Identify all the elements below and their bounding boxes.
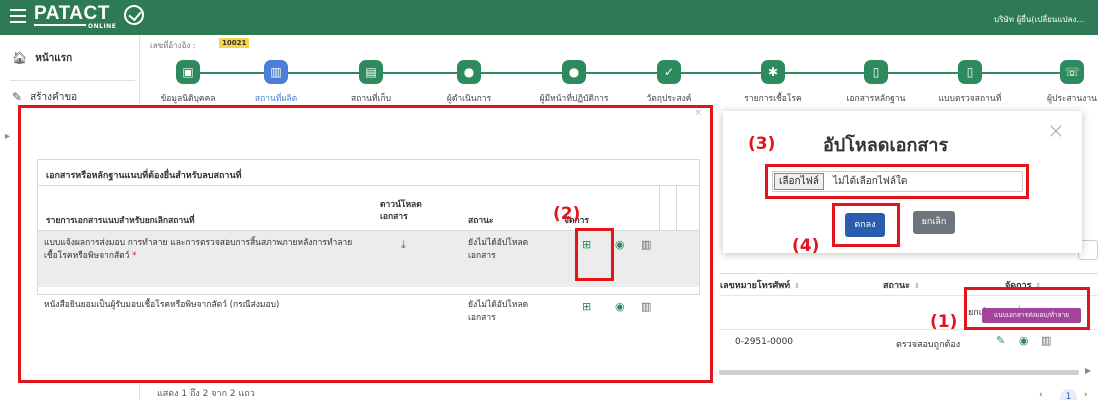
delete-icon[interactable]: ▥ — [641, 238, 651, 251]
callout-number-3: (3) — [748, 134, 776, 154]
step-label: สถานที่เก็บ — [351, 94, 391, 104]
home-icon: 🏠︎ — [12, 51, 28, 65]
ok-callout: ตกลง — [832, 203, 900, 247]
cancel-button[interactable]: ยกเลิก — [913, 211, 955, 234]
step-company[interactable]: ▣ ข้อมูลนิติบุคคล — [138, 60, 238, 105]
delete-icon[interactable]: ▥ — [641, 300, 651, 313]
file-input-callout: เลือกไฟล์ ไม่ได้เลือกไฟล์ใด — [765, 164, 1029, 199]
sidebar-item-label: หน้าแรก — [35, 52, 73, 64]
step-label: แบบตรวจสถานที่ — [938, 94, 1002, 104]
building-icon: ▥ — [264, 60, 288, 84]
status-text: ยังไม่ได้อัปโหลดเอกสาร — [468, 238, 529, 261]
row-item-text: แบบแจ้งผลการส่งมอบ การทำลาย และการตรวจสอ… — [44, 237, 374, 263]
sidebar-item-home[interactable]: 🏠︎ หน้าแรก — [0, 38, 140, 78]
brand-sub: ONLINE — [88, 23, 117, 30]
step-coordinator[interactable]: ☏ ผู้ประสานงาน — [1022, 60, 1098, 105]
check-icon: ✓ — [657, 60, 681, 84]
required-mark: * — [132, 251, 137, 261]
step-label: ผู้มีหน้าที่ปฏิบัติการ — [539, 94, 609, 104]
view-icon[interactable]: ◉ — [615, 300, 625, 313]
page-number[interactable]: 1 — [1060, 389, 1077, 400]
documents-modal: × เอกสารหรือหลักฐานแนบที่ต้องยื่นสำหรับล… — [18, 105, 713, 383]
step-pathogens[interactable]: ✱ รายการเชื้อโรค — [723, 60, 823, 105]
callout-number-2: (2) — [553, 204, 581, 224]
table-head-line — [719, 273, 1098, 274]
virus-icon: ✱ — [761, 60, 785, 84]
item-line: เชื้อโรคหรือพิษจากสัตว์ — [44, 251, 130, 261]
step-label: วัตถุประสงค์ — [646, 94, 692, 104]
step-site-inspection[interactable]: ▯ แบบตรวจสถานที่ — [920, 60, 1020, 105]
document-icon: ▯ — [864, 60, 888, 84]
sort-icon: ⇕ — [913, 282, 920, 290]
view-icon[interactable]: ◉ — [1019, 334, 1029, 347]
top-bar: PATACT ONLINE บริษัท ผู้ยื่น(เปลี่ยนแปลง… — [0, 0, 1098, 35]
step-label: รายการเชื้อโรค — [744, 94, 802, 104]
next-page-icon[interactable]: › — [1084, 390, 1088, 400]
no-file-text: ไม่ได้เลือกไฟล์ใด — [833, 176, 908, 187]
archive-icon: ▤ — [359, 60, 383, 84]
sort-icon: ⇕ — [794, 282, 800, 290]
callout-number-4: (4) — [792, 236, 820, 256]
card-title: เอกสารหรือหลักฐานแนบที่ต้องยื่นสำหรับลบส… — [38, 160, 699, 186]
col-download: ดาวน์โหลด เอกสาร — [380, 200, 422, 222]
step-label: เอกสารหลักฐาน — [846, 94, 906, 104]
col-phone[interactable]: เลขหมายโทรศัพท์ ⇕ — [720, 278, 800, 292]
scroll-right-icon[interactable]: ▶ — [1085, 366, 1091, 375]
status-text: ยังไม่ได้อัปโหลดเอกสาร — [468, 300, 529, 323]
brand-seal-icon — [124, 5, 144, 25]
horizontal-scrollbar[interactable] — [719, 370, 1079, 375]
user-icon: ● — [457, 60, 481, 84]
step-storage-site[interactable]: ▤ สถานที่เก็บ — [321, 60, 421, 105]
pager-summary: แสดง 1 ถึง 2 จาก 2 แถว — [157, 389, 255, 399]
upload-file-icon[interactable]: ⊞ — [582, 300, 591, 313]
menu-icon[interactable] — [10, 9, 26, 23]
users-icon: ● — [562, 60, 586, 84]
column-divider — [659, 186, 660, 231]
reference-badge: 10021 — [219, 38, 250, 48]
modal-title: อัปโหลดเอกสาร — [823, 135, 949, 156]
phone-icon: ☏ — [1060, 60, 1084, 84]
step-production-site[interactable]: ▥ สถานที่ผลิต — [226, 60, 326, 105]
callout-box-1 — [964, 287, 1090, 330]
step-operator[interactable]: ● ผู้ดำเนินการ — [419, 60, 519, 105]
step-wizard: ▣ ข้อมูลนิติบุคคล ▥ สถานที่ผลิต ▤ สถานที… — [140, 60, 1098, 108]
step-evidence[interactable]: ▯ เอกสารหลักฐาน — [826, 60, 926, 105]
sidebar-item-label: สร้างคำขอ — [30, 91, 78, 103]
delete-icon[interactable]: ▥ — [1041, 334, 1051, 347]
ok-button[interactable]: ตกลง — [845, 213, 885, 237]
choose-file-button[interactable]: เลือกไฟล์ — [774, 173, 824, 190]
step-responsible[interactable]: ● ผู้มีหน้าที่ปฏิบัติการ — [524, 60, 624, 105]
user-name[interactable]: บริษัท ผู้ยื่น(เปลี่ยนแปลง... — [994, 13, 1084, 26]
view-icon[interactable]: ◉ — [615, 238, 625, 251]
step-label: ผู้ดำเนินการ — [446, 94, 492, 104]
item-line: แบบแจ้งผลการส่งมอบ การทำลาย และการตรวจสอ… — [44, 238, 353, 248]
col-status: สถานะ — [468, 216, 494, 226]
download-icon[interactable]: ⤓ — [401, 238, 406, 252]
column-divider — [676, 186, 677, 231]
step-objective[interactable]: ✓ วัตถุประสงค์ — [619, 60, 719, 105]
brand-name: PATACT — [34, 3, 110, 24]
callout-box-2 — [575, 228, 614, 281]
phone-cell: 0-2951-0000 — [735, 337, 794, 347]
col-item: รายการเอกสารแนบสำหรับยกเลิกสถานที่ — [46, 216, 195, 226]
upload-modal: อัปโหลดเอกสาร × เลือกไฟล์ ไม่ได้เลือกไฟล… — [723, 111, 1082, 253]
close-icon[interactable]: × — [1047, 119, 1065, 144]
status-badge: ตรวจสอบถูกต้อง — [896, 340, 961, 350]
step-label: ผู้ประสานงาน — [1046, 94, 1097, 104]
close-icon[interactable]: × — [694, 108, 702, 118]
callout-number-1: (1) — [930, 312, 958, 332]
id-card-icon: ▣ — [176, 60, 200, 84]
edit-icon[interactable]: ✎ — [996, 334, 1005, 347]
col-status[interactable]: สถานะ ⇕ — [883, 278, 920, 292]
collapse-arrow-icon[interactable]: ▸ — [5, 131, 10, 142]
brand-underline — [34, 24, 86, 26]
prev-page-icon[interactable]: ‹ — [1039, 390, 1043, 400]
pencil-icon: ✎ — [12, 90, 23, 104]
reference-label: เลขที่อ้างอิง : — [150, 41, 196, 50]
row-item-text: หนังสือยินยอมเป็นผู้รับมอบเชื้อโรคหรือพิ… — [44, 300, 280, 310]
file-input[interactable]: เลือกไฟล์ ไม่ได้เลือกไฟล์ใด — [772, 171, 1023, 192]
step-label: สถานที่ผลิต — [254, 94, 298, 104]
clipboard-icon: ▯ — [958, 60, 982, 84]
step-label: ข้อมูลนิติบุคคล — [160, 94, 216, 104]
